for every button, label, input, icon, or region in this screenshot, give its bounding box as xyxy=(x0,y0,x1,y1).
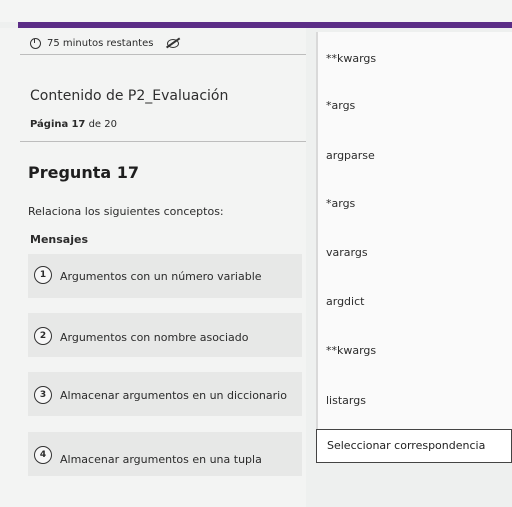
hide-timer-icon[interactable] xyxy=(167,39,180,48)
message-text: Argumentos con un número variable xyxy=(60,270,262,283)
number-badge: 1 xyxy=(34,266,52,284)
timer-icon xyxy=(30,38,41,49)
message-item-1: 1 Argumentos con un número variable xyxy=(28,254,302,298)
page-total: de 20 xyxy=(88,119,117,130)
option-item[interactable]: **kwargs xyxy=(326,344,376,357)
divider xyxy=(20,141,306,142)
question-title: Pregunta 17 xyxy=(28,163,139,182)
match-select-label: Seleccionar correspondencia xyxy=(327,439,486,452)
page-label: Página xyxy=(30,119,69,130)
option-item[interactable]: varargs xyxy=(326,246,368,259)
messages-label: Mensajes xyxy=(30,233,88,246)
match-select[interactable]: Seleccionar correspondencia xyxy=(316,429,512,463)
message-item-4: 4 Almacenar argumentos en una tupla xyxy=(28,432,302,476)
message-item-2: 2 Argumentos con nombre asociado xyxy=(28,313,302,357)
message-text: Almacenar argumentos en una tupla xyxy=(60,453,262,466)
message-text: Argumentos con nombre asociado xyxy=(60,331,249,344)
content-title: Contenido de P2_Evaluación xyxy=(30,88,229,104)
option-item[interactable]: listargs xyxy=(326,394,366,407)
option-item[interactable]: *args xyxy=(326,197,355,210)
option-item[interactable]: argparse xyxy=(326,149,375,162)
timer: 75 minutos restantes xyxy=(30,38,180,49)
number-badge: 4 xyxy=(34,446,52,464)
timer-text: 75 minutos restantes xyxy=(47,38,154,49)
divider xyxy=(20,54,306,55)
question-instruction: Relaciona los siguientes conceptos: xyxy=(28,205,224,218)
option-item[interactable]: **kwargs xyxy=(326,52,376,65)
option-item[interactable]: argdict xyxy=(326,295,364,308)
number-badge: 3 xyxy=(34,386,52,404)
options-list xyxy=(316,32,512,442)
message-item-3: 3 Almacenar argumentos en un diccionario xyxy=(28,372,302,416)
page-indicator: Página 17 de 20 xyxy=(30,119,117,130)
top-bar xyxy=(0,0,512,22)
number-badge: 2 xyxy=(34,327,52,345)
message-text: Almacenar argumentos en un diccionario xyxy=(60,389,287,402)
option-item[interactable]: *args xyxy=(326,99,355,112)
page-current: 17 xyxy=(71,119,86,130)
